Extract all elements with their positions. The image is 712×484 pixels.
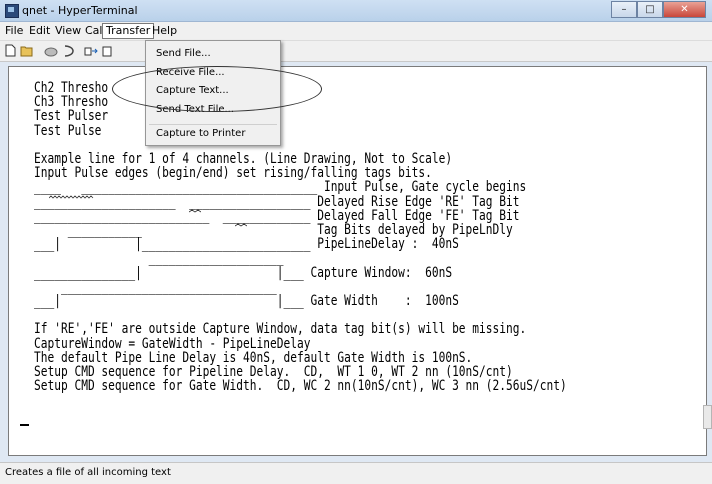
menu-item-send-file[interactable]: Send File... bbox=[156, 48, 211, 59]
window-controls: – □ ✕ bbox=[611, 1, 706, 19]
menu-help[interactable]: Help bbox=[149, 24, 180, 38]
terminal-cursor bbox=[20, 424, 29, 426]
menu-item-receive-file[interactable]: Receive File... bbox=[156, 67, 225, 78]
minimize-button[interactable]: – bbox=[611, 1, 637, 18]
scrollbar-thumb[interactable] bbox=[703, 405, 712, 429]
toolbar bbox=[0, 41, 712, 62]
status-bar: Creates a file of all incoming text bbox=[0, 462, 712, 484]
menu-bar: File Edit View Call Transfer Help bbox=[0, 22, 712, 41]
menu-file[interactable]: File bbox=[2, 24, 26, 38]
window-title: qnet - HyperTerminal bbox=[22, 4, 138, 17]
close-button[interactable]: ✕ bbox=[663, 1, 706, 18]
menu-edit[interactable]: Edit bbox=[26, 24, 53, 38]
transfer-menu-dropdown: Send File... Receive File... Capture Tex… bbox=[145, 40, 281, 146]
menu-item-capture-text[interactable]: Capture Text... bbox=[156, 85, 229, 96]
terminal-output: Ch2 Thresho Ch3 Thresho Test Pulser Test… bbox=[34, 81, 567, 393]
title-bar: qnet - HyperTerminal – □ ✕ bbox=[0, 0, 712, 22]
terminal-line: Test Pulse bbox=[34, 122, 102, 139]
menu-transfer[interactable]: Transfer bbox=[102, 23, 155, 39]
send-icon[interactable] bbox=[84, 44, 98, 57]
disconnect-icon[interactable] bbox=[44, 44, 58, 57]
spelling-squiggle bbox=[235, 223, 247, 227]
receive-icon[interactable] bbox=[100, 44, 114, 57]
menu-view[interactable]: View bbox=[52, 24, 84, 38]
dial-icon[interactable] bbox=[62, 44, 76, 57]
terminal-line: ___| |___ Gate Width : 100nS bbox=[34, 293, 459, 310]
new-icon[interactable] bbox=[3, 44, 17, 57]
menu-item-send-text-file[interactable]: Send Text File... bbox=[156, 104, 234, 115]
spelling-squiggle bbox=[189, 209, 201, 213]
menu-item-capture-to-printer[interactable]: Capture to Printer bbox=[156, 128, 245, 139]
menu-separator bbox=[149, 124, 277, 125]
open-icon[interactable] bbox=[20, 44, 34, 57]
terminal-line: Setup CMD sequence for Gate Width. CD, W… bbox=[34, 378, 567, 395]
status-text: Creates a file of all incoming text bbox=[5, 467, 171, 478]
spelling-squiggle bbox=[49, 195, 94, 199]
maximize-button[interactable]: □ bbox=[637, 1, 663, 18]
terminal-window[interactable]: Ch2 Thresho Ch3 Thresho Test Pulser Test… bbox=[8, 66, 707, 456]
hyperterminal-app-icon[interactable] bbox=[5, 4, 19, 18]
